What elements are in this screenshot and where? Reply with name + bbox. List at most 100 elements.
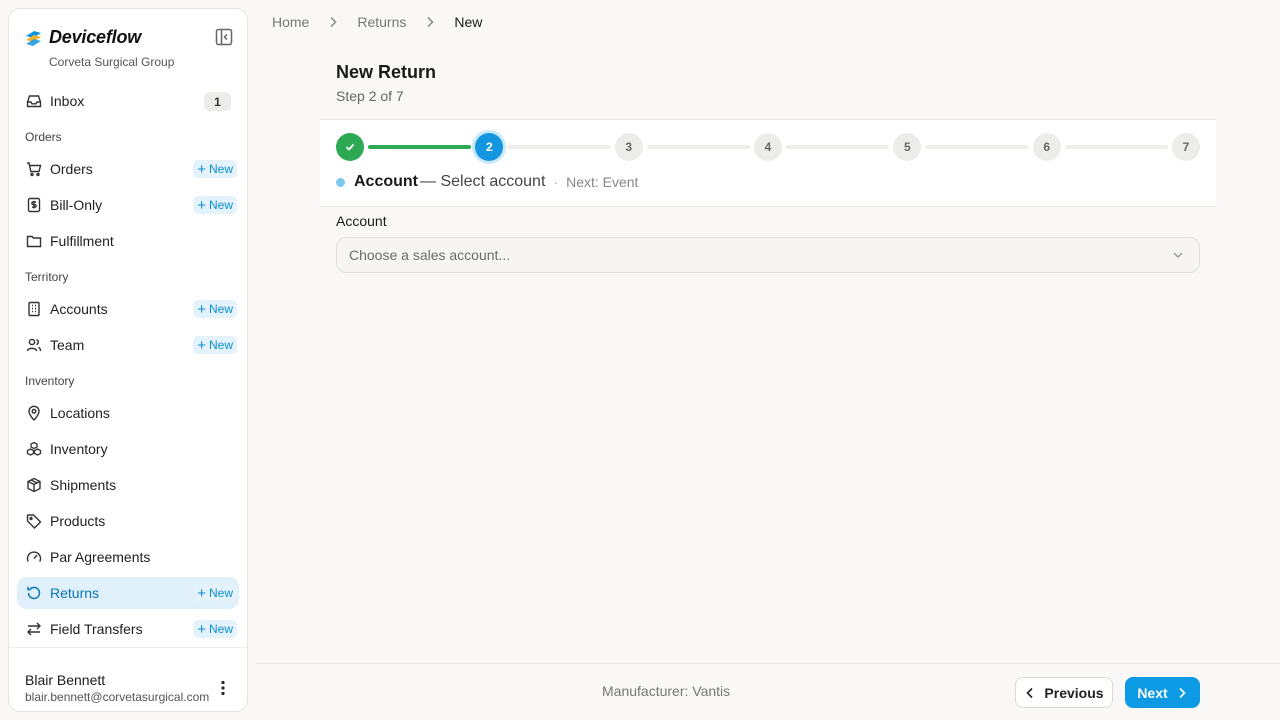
step-connector <box>368 145 472 149</box>
brand[interactable]: Deviceflow <box>25 27 141 48</box>
step-3[interactable]: 3 <box>614 133 643 161</box>
sidebar-item-label: Par Agreements <box>50 549 151 565</box>
arrows-left-right-icon <box>26 621 42 637</box>
step-2[interactable]: 2 <box>475 133 504 161</box>
rotate-ccw-icon <box>26 585 42 601</box>
sidebar-item-fulfillment[interactable]: Fulfillment <box>17 225 239 257</box>
sidebar-item-bill-only[interactable]: Bill-Only + New <box>17 189 239 221</box>
account-select[interactable]: Choose a sales account... <box>336 237 1200 273</box>
step-caption: Account — Select account · Next: Event <box>336 173 638 191</box>
sidebar-item-label: Shipments <box>50 477 117 493</box>
manufacturer-info: Manufacturer: Vantis <box>602 683 730 699</box>
check-icon <box>345 143 355 151</box>
section-label-inventory: Inventory <box>25 374 75 388</box>
sidebar-item-inventory[interactable]: Inventory <box>17 433 239 465</box>
sidebar-item-inbox[interactable]: Inbox 1 <box>17 85 239 117</box>
inbox-count-badge: 1 <box>204 92 231 111</box>
plus-icon: + <box>197 620 206 638</box>
new-team-member-button[interactable]: + New <box>193 336 237 354</box>
plus-icon: + <box>197 300 206 318</box>
wizard-footer: Manufacturer: Vantis Previous Next <box>256 663 1280 720</box>
step-5[interactable]: 5 <box>893 133 922 161</box>
step-1[interactable] <box>336 133 364 161</box>
step-7[interactable]: 7 <box>1172 133 1200 161</box>
sidebar-item-shipments[interactable]: Shipments <box>17 469 239 501</box>
current-step-dot <box>336 177 345 187</box>
sidebar-item-orders[interactable]: Orders + New <box>17 153 239 185</box>
package-icon <box>26 477 42 493</box>
step-connector <box>925 145 1029 149</box>
breadcrumb-home[interactable]: Home <box>272 14 309 30</box>
plus-icon: + <box>197 336 206 354</box>
new-field-transfer-button[interactable]: + New <box>193 620 237 638</box>
section-label-territory: Territory <box>25 270 69 284</box>
current-step-description: — Select account <box>420 173 546 190</box>
sidebar-item-field-transfers[interactable]: Field Transfers + New <box>17 613 239 645</box>
new-label: New <box>208 586 233 600</box>
building-icon <box>26 301 42 317</box>
sidebar-item-par-agreements[interactable]: Par Agreements <box>17 541 239 573</box>
stepper: 2 3 4 5 6 7 Account — Select account · Next: … <box>320 119 1216 207</box>
user-profile: Blair Bennett blair.bennett@corvetasurgi… <box>9 647 247 711</box>
new-label: New <box>208 302 233 316</box>
sidebar-item-label: Locations <box>50 405 110 421</box>
new-label: New <box>208 338 233 352</box>
boxes-icon <box>26 441 42 457</box>
step-counter: Step 2 of 7 <box>336 88 404 104</box>
section-label-orders: Orders <box>25 130 62 144</box>
step-connector <box>1064 145 1168 149</box>
previous-button[interactable]: Previous <box>1015 677 1113 708</box>
sidebar-item-returns[interactable]: Returns + New <box>17 577 239 609</box>
inbox-icon <box>26 93 42 109</box>
cart-icon <box>26 161 42 177</box>
sidebar: Deviceflow Corveta Surgical Group Inbox … <box>8 8 248 712</box>
caption-separator: · <box>553 174 559 190</box>
page-title: New Return <box>336 62 437 82</box>
plus-icon: + <box>197 196 206 214</box>
chevron-right-icon <box>330 16 337 28</box>
more-vertical-icon[interactable] <box>214 679 232 697</box>
collapse-sidebar-icon[interactable] <box>215 28 233 46</box>
folder-icon <box>26 233 42 249</box>
sidebar-item-team[interactable]: Team + New <box>17 329 239 361</box>
user-email: blair.bennett@corvetasurgical.com <box>25 690 210 704</box>
manufacturer-label: Manufacturer: <box>602 683 689 699</box>
account-select-placeholder: Choose a sales account... <box>349 247 511 263</box>
new-label: New <box>208 162 233 176</box>
plus-icon: + <box>197 160 206 178</box>
user-name: Blair Bennett <box>25 672 106 688</box>
sidebar-item-label: Fulfillment <box>50 233 114 249</box>
breadcrumb-returns[interactable]: Returns <box>357 14 406 30</box>
previous-button-label: Previous <box>1044 684 1104 701</box>
tag-icon <box>26 513 42 529</box>
new-account-button[interactable]: + New <box>193 300 237 318</box>
next-button[interactable]: Next <box>1125 677 1200 708</box>
chevron-right-icon <box>1179 687 1186 698</box>
sidebar-item-locations[interactable]: Locations <box>17 397 239 429</box>
manufacturer-value: Vantis <box>692 683 731 699</box>
account-field-label: Account <box>336 213 387 229</box>
new-return-button[interactable]: + New <box>193 584 237 602</box>
deviceflow-logo-icon <box>26 31 41 46</box>
step-6[interactable]: 6 <box>1032 133 1061 161</box>
sidebar-item-label: Products <box>50 513 106 529</box>
next-button-label: Next <box>1137 684 1168 701</box>
next-step-label: Next: Event <box>566 174 639 190</box>
step-4[interactable]: 4 <box>754 133 782 161</box>
sidebar-item-products[interactable]: Products <box>17 505 239 537</box>
chevron-right-icon <box>427 16 434 28</box>
new-bill-only-button[interactable]: + New <box>193 196 237 214</box>
organization-name: Corveta Surgical Group <box>49 55 175 69</box>
plus-icon: + <box>197 584 206 602</box>
new-label: New <box>208 622 233 636</box>
chevron-left-icon <box>1026 687 1033 698</box>
new-order-button[interactable]: + New <box>193 160 237 178</box>
users-icon <box>26 337 42 353</box>
receipt-dollar-icon <box>26 197 42 213</box>
current-step-name: Account <box>354 173 418 190</box>
sidebar-item-accounts[interactable]: Accounts + New <box>17 293 239 325</box>
gauge-icon <box>26 549 42 565</box>
new-label: New <box>208 198 233 212</box>
step-connector <box>786 145 890 149</box>
step-connector <box>507 145 611 149</box>
